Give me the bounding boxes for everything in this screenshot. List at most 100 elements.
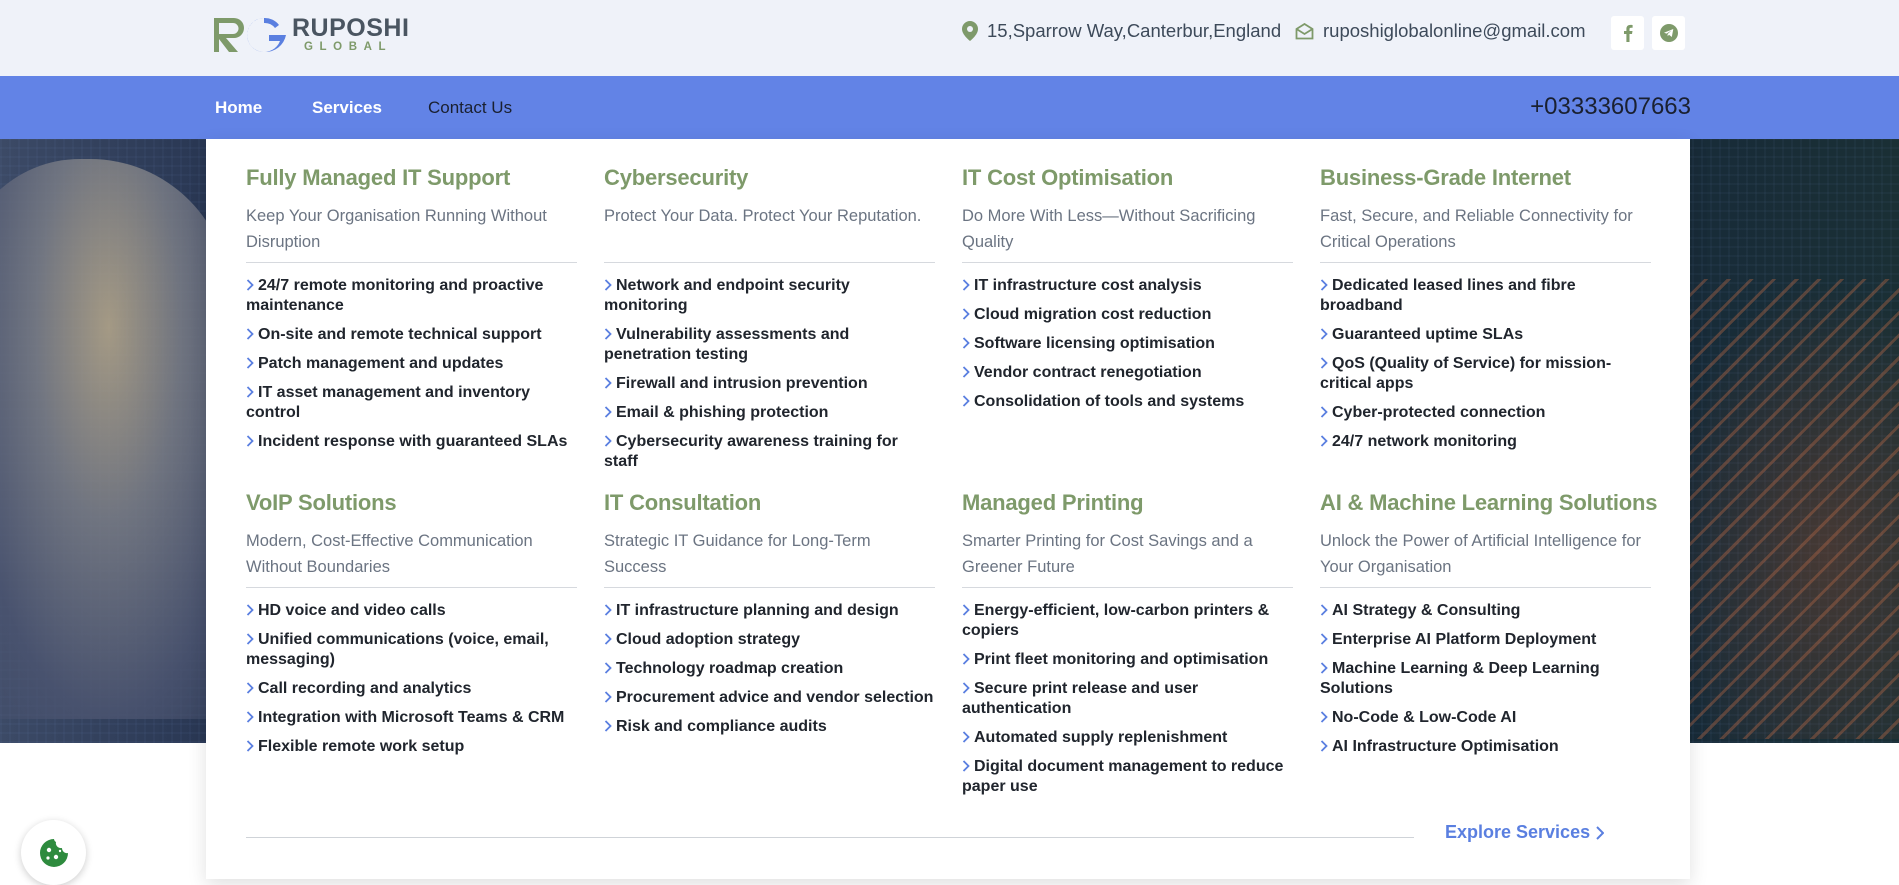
service-feature-item[interactable]: Secure print release and user authentica… <box>962 679 1293 719</box>
service-feature-item[interactable]: Cloud adoption strategy <box>604 630 935 650</box>
telegram-button[interactable] <box>1652 16 1685 50</box>
service-feature-item[interactable]: 24/7 remote monitoring and proactive mai… <box>246 276 577 316</box>
email-text[interactable]: ruposhiglobalonline@gmail.com <box>1323 20 1586 42</box>
facebook-button[interactable] <box>1611 16 1644 50</box>
service-feature-text: AI Infrastructure Optimisation <box>1332 738 1559 755</box>
service-feature-item[interactable]: Guaranteed uptime SLAs <box>1320 325 1651 345</box>
service-title[interactable]: Business-Grade Internet <box>1320 165 1651 191</box>
chevron-right-icon <box>246 325 258 345</box>
service-feature-item[interactable]: IT infrastructure cost analysis <box>962 276 1293 296</box>
service-feature-item[interactable]: 24/7 network monitoring <box>1320 432 1651 452</box>
service-feature-item[interactable]: No-Code & Low-Code AI <box>1320 708 1651 728</box>
chevron-right-icon <box>246 601 258 621</box>
service-feature-item[interactable]: Cyber-protected connection <box>1320 403 1651 423</box>
explore-services-link[interactable]: Explore Services <box>1445 822 1605 843</box>
chevron-right-icon <box>1320 630 1332 650</box>
chevron-right-icon <box>604 659 616 679</box>
service-feature-text: Firewall and intrusion prevention <box>616 375 868 392</box>
phone-number[interactable]: +03333607663 <box>1530 93 1691 121</box>
service-feature-item[interactable]: Technology roadmap creation <box>604 659 935 679</box>
service-feature-item[interactable]: Firewall and intrusion prevention <box>604 374 935 394</box>
service-feature-item[interactable]: Network and endpoint security monitoring <box>604 276 935 316</box>
service-feature-item[interactable]: Software licensing optimisation <box>962 334 1293 354</box>
service-feature-item[interactable]: Energy-efficient, low-carbon printers & … <box>962 601 1293 641</box>
chevron-right-icon <box>604 325 616 345</box>
chevron-right-icon <box>1320 737 1332 757</box>
chevron-right-icon <box>604 403 616 423</box>
service-feature-item[interactable]: Risk and compliance audits <box>604 717 935 737</box>
service-feature-item[interactable]: IT infrastructure planning and design <box>604 601 935 621</box>
service-feature-text: Unified communications (voice, email, me… <box>246 631 549 668</box>
service-feature-item[interactable]: Digital document management to reduce pa… <box>962 757 1293 797</box>
service-title[interactable]: AI & Machine Learning Solutions <box>1320 490 1657 516</box>
cookie-icon <box>39 838 68 867</box>
service-feature-item[interactable]: Consolidation of tools and systems <box>962 392 1293 412</box>
service-feature-text: Network and endpoint security monitoring <box>604 277 850 314</box>
service-feature-item[interactable]: Incident response with guaranteed SLAs <box>246 432 577 452</box>
nav-services[interactable]: Services <box>312 98 382 118</box>
brand-logo[interactable]: RUPOSHI GLOBAL <box>212 14 409 56</box>
service-feature-item[interactable]: Unified communications (voice, email, me… <box>246 630 577 670</box>
chevron-right-icon <box>962 728 974 748</box>
service-subtitle: Do More With Less—Without Sacrificing Qu… <box>962 203 1293 263</box>
service-feature-item[interactable]: Automated supply replenishment <box>962 728 1293 748</box>
service-feature-item[interactable]: Email & phishing protection <box>604 403 935 423</box>
cookie-settings-button[interactable] <box>21 820 86 885</box>
chevron-right-icon <box>962 392 974 412</box>
service-feature-item[interactable]: Procurement advice and vendor selection <box>604 688 935 708</box>
service-feature-text: Consolidation of tools and systems <box>974 393 1245 410</box>
explore-services-label: Explore Services <box>1445 822 1591 842</box>
service-feature-item[interactable]: Cloud migration cost reduction <box>962 305 1293 325</box>
chevron-right-icon <box>604 432 616 452</box>
service-feature-item[interactable]: AI Infrastructure Optimisation <box>1320 737 1651 757</box>
service-feature-item[interactable]: Print fleet monitoring and optimisation <box>962 650 1293 670</box>
service-feature-item[interactable]: Vendor contract renegotiation <box>962 363 1293 383</box>
service-feature-item[interactable]: Dedicated leased lines and fibre broadba… <box>1320 276 1651 316</box>
service-feature-list: HD voice and video calls Unified communic… <box>246 601 577 757</box>
service-feature-item[interactable]: Machine Learning & Deep Learning Solutio… <box>1320 659 1651 699</box>
service-feature-text: Cyber-protected connection <box>1332 404 1546 421</box>
service-feature-item[interactable]: AI Strategy & Consulting <box>1320 601 1651 621</box>
chevron-right-icon <box>246 630 258 650</box>
service-feature-item[interactable]: Flexible remote work setup <box>246 737 577 757</box>
chevron-right-icon <box>1320 432 1332 452</box>
service-feature-text: Flexible remote work setup <box>258 738 465 755</box>
service-feature-item[interactable]: Call recording and analytics <box>246 679 577 699</box>
service-feature-text: Email & phishing protection <box>616 404 829 421</box>
service-feature-text: Cybersecurity awareness training for sta… <box>604 433 898 470</box>
chevron-right-icon <box>962 650 974 670</box>
service-title[interactable]: Managed Printing <box>962 490 1293 516</box>
service-feature-item[interactable]: Integration with Microsoft Teams & CRM <box>246 708 577 728</box>
service-feature-text: IT infrastructure cost analysis <box>974 277 1202 294</box>
service-feature-text: Patch management and updates <box>258 355 504 372</box>
service-title[interactable]: VoIP Solutions <box>246 490 577 516</box>
service-feature-item[interactable]: Enterprise AI Platform Deployment <box>1320 630 1651 650</box>
chevron-right-icon <box>1320 659 1332 679</box>
top-bar: RUPOSHI GLOBAL 15,Sparrow Way,Canterbur,… <box>0 0 1899 76</box>
service-feature-text: Call recording and analytics <box>258 680 472 697</box>
service-feature-item[interactable]: Patch management and updates <box>246 354 577 374</box>
service-feature-text: AI Strategy & Consulting <box>1332 602 1521 619</box>
service-title[interactable]: IT Cost Optimisation <box>962 165 1293 191</box>
service-feature-list: IT infrastructure cost analysis Cloud mig… <box>962 276 1293 412</box>
email-contact[interactable]: ruposhiglobalonline@gmail.com <box>1295 20 1586 42</box>
service-title[interactable]: Cybersecurity <box>604 165 935 191</box>
service-feature-item[interactable]: Vulnerability assessments and penetratio… <box>604 325 935 365</box>
chevron-right-icon <box>246 432 258 452</box>
nav-home[interactable]: Home <box>215 98 262 118</box>
service-title[interactable]: Fully Managed IT Support <box>246 165 577 191</box>
service-feature-text: Risk and compliance audits <box>616 718 827 735</box>
service-feature-item[interactable]: On-site and remote technical support <box>246 325 577 345</box>
service-feature-item[interactable]: QoS (Quality of Service) for mission-cri… <box>1320 354 1651 394</box>
service-feature-item[interactable]: IT asset management and inventory contro… <box>246 383 577 423</box>
service-feature-text: No-Code & Low-Code AI <box>1332 709 1517 726</box>
chevron-right-icon <box>604 717 616 737</box>
service-feature-item[interactable]: Cybersecurity awareness training for sta… <box>604 432 935 472</box>
service-subtitle: Protect Your Data. Protect Your Reputati… <box>604 203 935 263</box>
service-feature-item[interactable]: HD voice and video calls <box>246 601 577 621</box>
service-title[interactable]: IT Consultation <box>604 490 935 516</box>
service-feature-list: AI Strategy & Consulting Enterprise AI Pl… <box>1320 601 1651 757</box>
nav-contact-us[interactable]: Contact Us <box>428 98 512 118</box>
chevron-right-icon <box>962 757 974 777</box>
service-feature-text: On-site and remote technical support <box>258 326 542 343</box>
